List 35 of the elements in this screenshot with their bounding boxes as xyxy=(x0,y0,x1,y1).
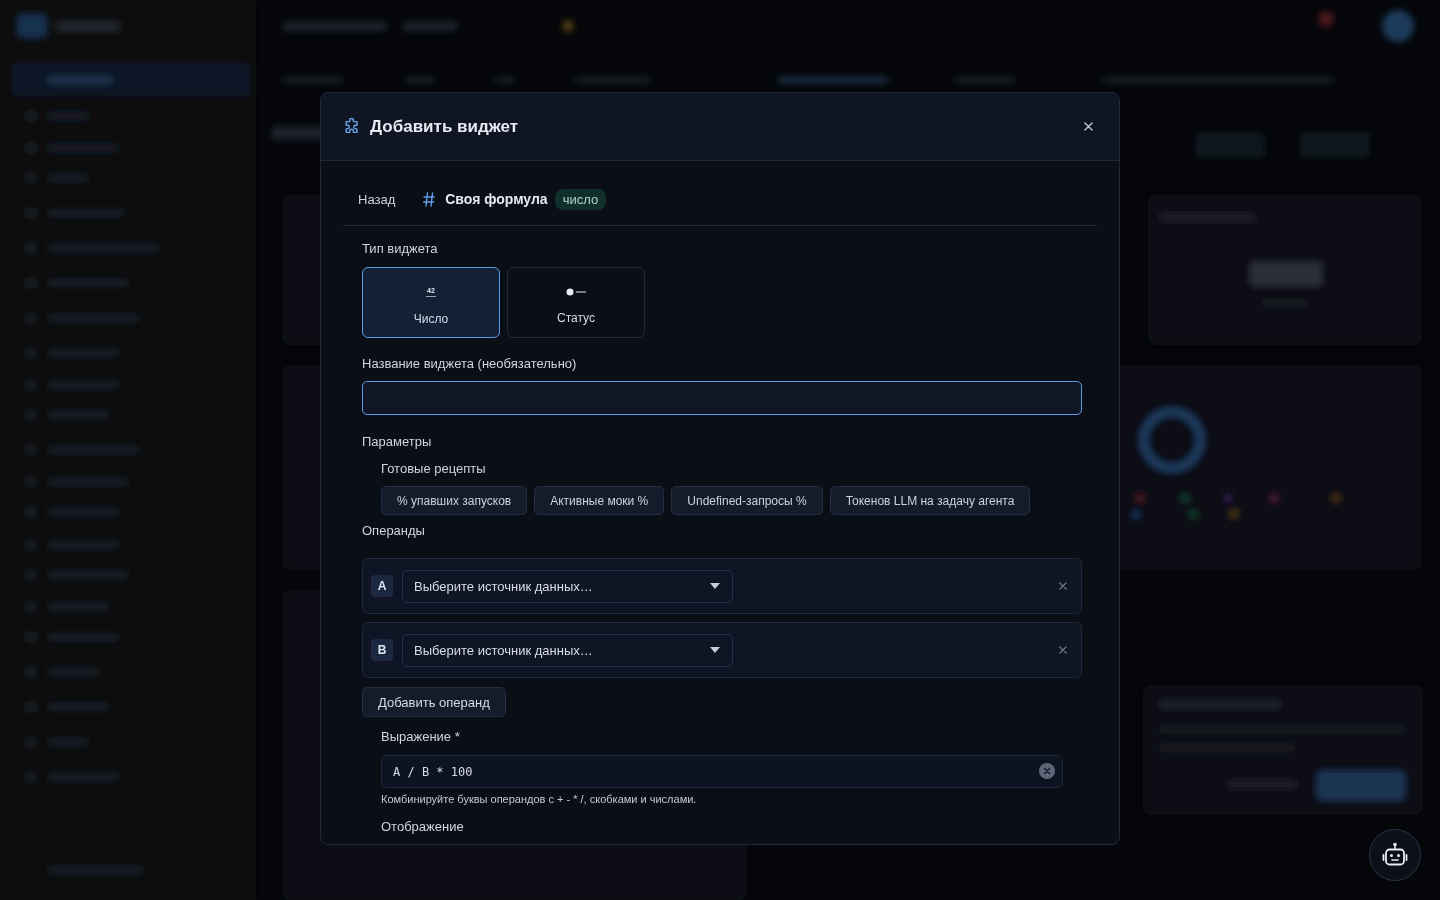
back-button[interactable]: Назад xyxy=(343,183,411,215)
caret-icon xyxy=(710,647,720,653)
close-icon xyxy=(1059,646,1067,654)
field-label: Выражение * xyxy=(381,728,461,746)
recipe-button[interactable]: % упавших запусков xyxy=(381,486,528,515)
field-label: Название виджета (необязательно) xyxy=(362,355,578,373)
add-operand-button[interactable]: Добавить операнд xyxy=(362,687,506,717)
close-icon xyxy=(1059,582,1067,590)
close-icon xyxy=(1084,122,1093,131)
field-label: Готовые рецепты xyxy=(381,460,487,478)
widget-type-option[interactable]: Статус xyxy=(507,267,645,338)
operand-letter: A xyxy=(371,575,393,597)
operand-letter: B xyxy=(371,639,393,661)
dot-dash-icon xyxy=(566,288,586,296)
assistant-button[interactable] xyxy=(1369,829,1421,881)
field-label: Отображение xyxy=(381,818,465,836)
type-badge: число xyxy=(554,188,607,210)
recipe-button[interactable]: Активные моки % xyxy=(534,486,665,515)
section-label: Параметры xyxy=(362,433,433,451)
help-text: Комбинируйте буквы операндов с + - * /, скобками и числами. xyxy=(381,792,698,806)
hash-icon xyxy=(423,191,436,207)
recipe-button[interactable]: Токенов LLM на задачу агента xyxy=(829,486,1031,515)
breadcrumb-title: Своя формула xyxy=(445,191,548,207)
field-label: Тип виджета xyxy=(362,240,439,258)
clear-icon xyxy=(1039,763,1055,779)
data-source-select[interactable]: Выберите источник данных… xyxy=(402,569,733,603)
clear-button[interactable] xyxy=(1037,761,1057,781)
robot-icon xyxy=(1382,842,1408,868)
widget-name-field[interactable] xyxy=(362,381,1082,415)
data-source-select[interactable]: Выберите источник данных… xyxy=(402,633,733,667)
section-label: Операнды xyxy=(362,522,426,540)
expression-field[interactable]: A / B * 100 xyxy=(381,755,1063,788)
dialog-title: Добавить виджет xyxy=(370,116,520,137)
recipe-button[interactable]: Undefined-запросы % xyxy=(671,486,823,515)
puzzle-icon xyxy=(343,117,361,136)
